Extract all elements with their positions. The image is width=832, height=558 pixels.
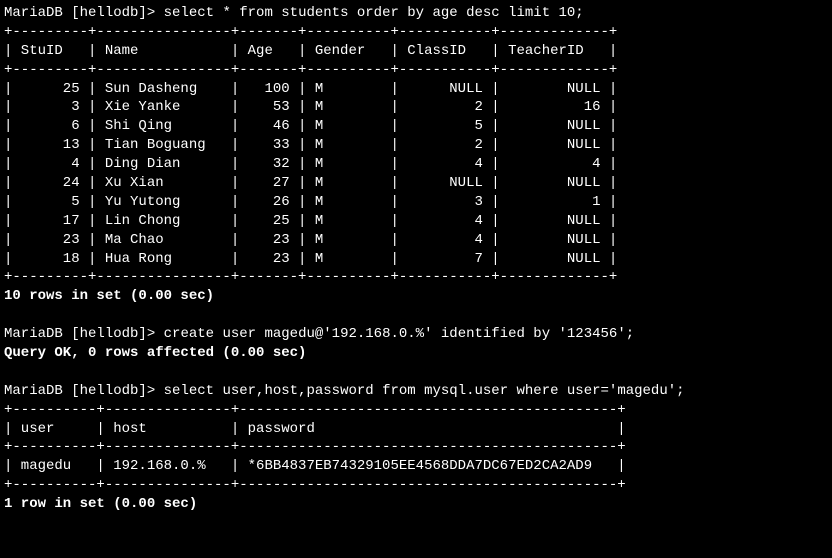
table2-header: | user | host | password | — [4, 421, 626, 437]
query-2[interactable]: create user magedu@'192.168.0.%' identif… — [164, 326, 634, 342]
result-summary-1: 10 rows in set (0.00 sec) — [4, 288, 214, 304]
query-1[interactable]: select * from students order by age desc… — [164, 5, 584, 21]
table1-border-bottom: +---------+----------------+-------+----… — [4, 269, 617, 285]
table1-row: | 18 | Hua Rong | 23 | M | 7 | NULL | — [4, 251, 617, 267]
table1-row: | 6 | Shi Qing | 46 | M | 5 | NULL | — [4, 118, 617, 134]
table1-row: | 17 | Lin Chong | 25 | M | 4 | NULL | — [4, 213, 617, 229]
table1-border-mid1: +---------+----------------+-------+----… — [4, 62, 617, 78]
result-summary-2: Query OK, 0 rows affected (0.00 sec) — [4, 345, 306, 361]
table1-row: | 23 | Ma Chao | 23 | M | 4 | NULL | — [4, 232, 617, 248]
table2-row: | magedu | 192.168.0.% | *6BB4837EB74329… — [4, 458, 626, 474]
table1-header: | StuID | Name | Age | Gender | ClassID … — [4, 43, 617, 59]
table1-row: | 5 | Yu Yutong | 26 | M | 3 | 1 | — [4, 194, 617, 210]
table1-border-top: +---------+----------------+-------+----… — [4, 24, 617, 40]
prompt-3: MariaDB [hellodb]> — [4, 383, 164, 399]
table1-row: | 3 | Xie Yanke | 53 | M | 2 | 16 | — [4, 99, 617, 115]
table2-border-bottom: +----------+---------------+------------… — [4, 477, 626, 493]
query-3[interactable]: select user,host,password from mysql.use… — [164, 383, 685, 399]
terminal-output: MariaDB [hellodb]> select * from student… — [0, 0, 832, 518]
table1-row: | 25 | Sun Dasheng | 100 | M | NULL | NU… — [4, 81, 617, 97]
table1-row: | 13 | Tian Boguang | 33 | M | 2 | NULL … — [4, 137, 617, 153]
result-summary-3: 1 row in set (0.00 sec) — [4, 496, 197, 512]
table1-row: | 4 | Ding Dian | 32 | M | 4 | 4 | — [4, 156, 617, 172]
prompt-1: MariaDB [hellodb]> — [4, 5, 164, 21]
table2-border-top: +----------+---------------+------------… — [4, 402, 626, 418]
table2-border-mid1: +----------+---------------+------------… — [4, 439, 626, 455]
prompt-2: MariaDB [hellodb]> — [4, 326, 164, 342]
table1-row: | 24 | Xu Xian | 27 | M | NULL | NULL | — [4, 175, 617, 191]
